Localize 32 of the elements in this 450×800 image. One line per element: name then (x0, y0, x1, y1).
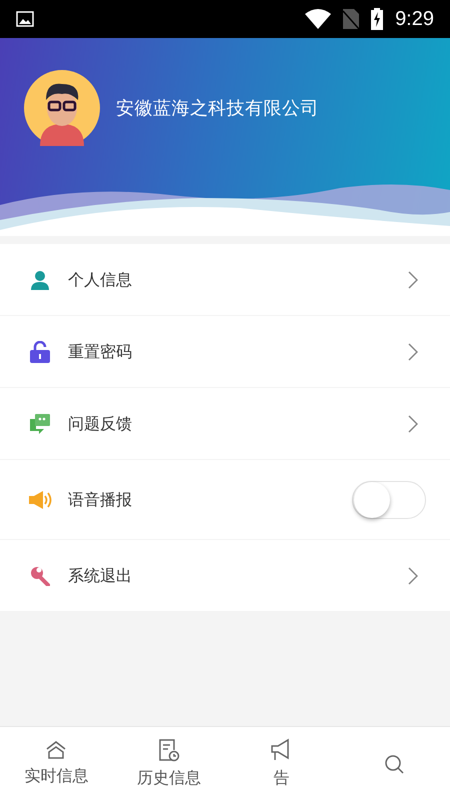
menu-row[interactable]: 个人信息 (0, 244, 450, 316)
nav-tab[interactable]: 告 (225, 727, 338, 800)
chevron-right-icon (408, 270, 418, 288)
wifi-icon (305, 9, 332, 29)
nav-tab[interactable]: 历史信息 (112, 727, 225, 800)
speaker-icon (28, 490, 52, 510)
home-icon (45, 740, 68, 760)
no-sim-icon (343, 9, 360, 29)
company-name: 安徽蓝海之科技有限公司 (116, 96, 319, 120)
menu-label: 重置密码 (68, 340, 133, 362)
menu-row[interactable]: 语音播报 (0, 460, 450, 540)
menu-row[interactable]: 问题反馈 (0, 388, 450, 460)
chevron-right-icon (408, 566, 418, 584)
menu-label: 语音播报 (68, 488, 133, 510)
lock-icon (30, 340, 50, 362)
chat-icon (29, 412, 51, 434)
menu-row[interactable]: 重置密码 (0, 316, 450, 388)
menu-label: 问题反馈 (68, 412, 133, 434)
search-icon (382, 752, 405, 774)
menu-label: 系统退出 (68, 564, 133, 586)
menu-label: 个人信息 (68, 268, 133, 290)
document-clock-icon (158, 738, 180, 762)
image-icon (16, 11, 34, 27)
chevron-right-icon (408, 342, 418, 360)
battery-charging-icon (371, 8, 384, 30)
nav-tab[interactable]: 实时信息 (0, 727, 112, 800)
chevron-right-icon (408, 414, 418, 432)
clock-time: 9:29 (395, 7, 434, 32)
person-icon (30, 270, 50, 290)
menu-row[interactable]: 系统退出 (0, 540, 450, 612)
voice-toggle[interactable] (352, 480, 426, 518)
wrench-icon (30, 566, 50, 586)
